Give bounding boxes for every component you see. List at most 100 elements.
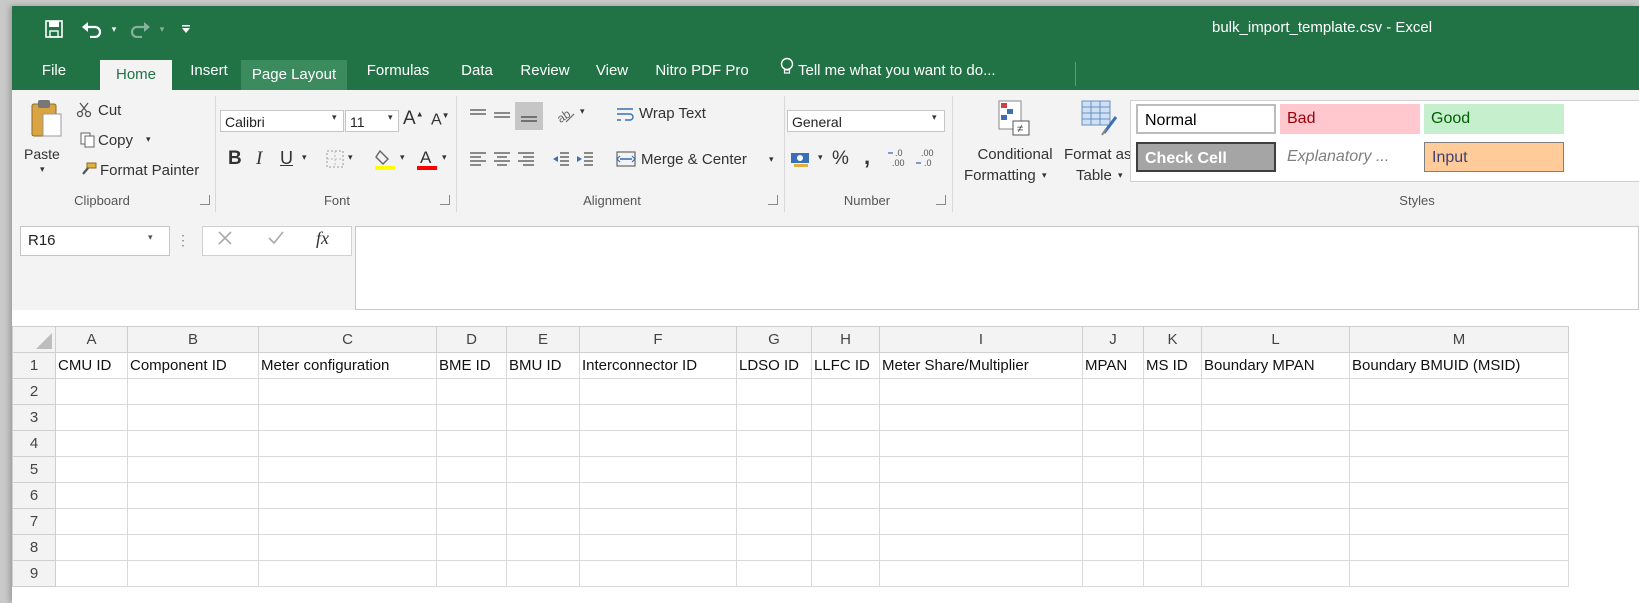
tab-file[interactable]: File [32, 54, 76, 90]
cell[interactable] [436, 534, 507, 561]
style-explanatory[interactable]: Explanatory ... [1280, 142, 1420, 172]
cell[interactable] [1082, 456, 1144, 483]
font-launcher-icon[interactable] [440, 195, 450, 205]
tab-nitro-pdf-pro[interactable]: Nitro PDF Pro [644, 54, 760, 90]
cell[interactable] [1082, 404, 1144, 431]
cell[interactable] [736, 404, 812, 431]
cell[interactable] [879, 482, 1083, 509]
align-right-icon[interactable] [515, 148, 537, 170]
insert-function-icon[interactable]: fx [316, 228, 329, 249]
fill-color-dropdown-icon[interactable]: ▾ [400, 152, 405, 163]
cell[interactable] [879, 534, 1083, 561]
cell[interactable] [579, 560, 737, 587]
cell[interactable] [1143, 404, 1202, 431]
column-header-b[interactable]: B [127, 326, 259, 353]
cell[interactable] [1082, 430, 1144, 457]
cell[interactable] [506, 404, 580, 431]
column-header-g[interactable]: G [736, 326, 812, 353]
accounting-dropdown-icon[interactable]: ▾ [818, 152, 823, 163]
increase-decimal-icon[interactable]: .0.00 [886, 146, 912, 170]
redo-icon[interactable] [126, 16, 154, 42]
column-header-a[interactable]: A [55, 326, 128, 353]
cell[interactable] [1201, 508, 1350, 535]
cell[interactable] [736, 456, 812, 483]
undo-icon[interactable] [78, 16, 106, 42]
cell[interactable] [736, 534, 812, 561]
tab-insert[interactable]: Insert [178, 54, 240, 90]
style-check-cell[interactable]: Check Cell [1136, 142, 1276, 172]
cell[interactable] [1082, 508, 1144, 535]
cell[interactable] [1349, 482, 1569, 509]
cell[interactable] [879, 456, 1083, 483]
cell[interactable]: Boundary MPAN [1201, 352, 1350, 379]
number-format-select[interactable]: General [787, 110, 945, 132]
column-header-i[interactable]: I [879, 326, 1083, 353]
cell[interactable] [55, 378, 128, 405]
tab-review[interactable]: Review [508, 54, 582, 90]
borders-icon[interactable] [324, 148, 346, 170]
column-header-k[interactable]: K [1143, 326, 1202, 353]
copy-button[interactable]: Copy [98, 132, 133, 149]
cell[interactable] [258, 508, 437, 535]
cell[interactable] [811, 560, 880, 587]
cell[interactable] [1349, 508, 1569, 535]
accounting-format-icon[interactable] [788, 148, 814, 170]
cell[interactable] [1201, 560, 1350, 587]
cell[interactable] [506, 482, 580, 509]
cell[interactable] [55, 534, 128, 561]
format-painter-button[interactable]: Format Painter [100, 162, 199, 179]
cell[interactable] [55, 482, 128, 509]
cell[interactable]: Interconnector ID [579, 352, 737, 379]
cell[interactable] [1201, 404, 1350, 431]
cell[interactable] [127, 378, 259, 405]
cell[interactable]: Boundary BMUID (MSID) [1349, 352, 1569, 379]
cell[interactable] [127, 430, 259, 457]
style-normal[interactable]: Normal [1136, 104, 1276, 134]
cell[interactable] [736, 560, 812, 587]
cell[interactable] [506, 534, 580, 561]
cell[interactable] [736, 508, 812, 535]
cell[interactable] [1349, 404, 1569, 431]
font-color-dropdown-icon[interactable]: ▾ [442, 152, 447, 163]
tell-me-box[interactable]: Tell me what you want to do... [780, 54, 996, 90]
percent-style-button[interactable]: % [832, 148, 849, 170]
cell[interactable]: Component ID [127, 352, 259, 379]
cell[interactable] [506, 560, 580, 587]
cell[interactable] [579, 456, 737, 483]
cell[interactable] [127, 560, 259, 587]
tab-formulas[interactable]: Formulas [353, 54, 443, 90]
decrease-indent-icon[interactable] [550, 148, 572, 170]
font-size-dropdown-icon[interactable]: ▾ [388, 112, 393, 123]
cancel-entry-icon[interactable] [217, 230, 237, 252]
row-header[interactable]: 1 [12, 352, 56, 379]
cell[interactable]: CMU ID [55, 352, 128, 379]
cell[interactable] [55, 404, 128, 431]
cell[interactable] [1201, 534, 1350, 561]
comma-style-button[interactable]: , [864, 144, 870, 170]
cell[interactable] [1082, 378, 1144, 405]
borders-dropdown-icon[interactable]: ▾ [348, 152, 353, 163]
cell[interactable] [1143, 430, 1202, 457]
cell[interactable]: BMU ID [506, 352, 580, 379]
cell[interactable] [579, 482, 737, 509]
cell[interactable]: Meter Share/Multiplier [879, 352, 1083, 379]
font-color-icon[interactable]: A [414, 146, 440, 172]
redo-dropdown-icon[interactable]: ▾ [156, 16, 168, 42]
cell[interactable] [127, 508, 259, 535]
cell[interactable] [258, 482, 437, 509]
cell[interactable]: BME ID [436, 352, 507, 379]
cell[interactable] [127, 404, 259, 431]
cell[interactable] [55, 508, 128, 535]
merge-center-dropdown-icon[interactable]: ▾ [769, 154, 774, 165]
merge-center-button[interactable]: Merge & Center [641, 151, 747, 168]
cell[interactable] [1143, 482, 1202, 509]
cell[interactable] [579, 508, 737, 535]
row-header[interactable]: 9 [12, 560, 56, 587]
italic-button[interactable]: I [256, 148, 262, 170]
format-as-table-dropdown-icon[interactable]: ▾ [1118, 170, 1123, 181]
cell[interactable] [811, 430, 880, 457]
cell[interactable] [811, 534, 880, 561]
cell[interactable]: MPAN [1082, 352, 1144, 379]
cell[interactable] [258, 378, 437, 405]
style-bad[interactable]: Bad [1280, 104, 1420, 134]
